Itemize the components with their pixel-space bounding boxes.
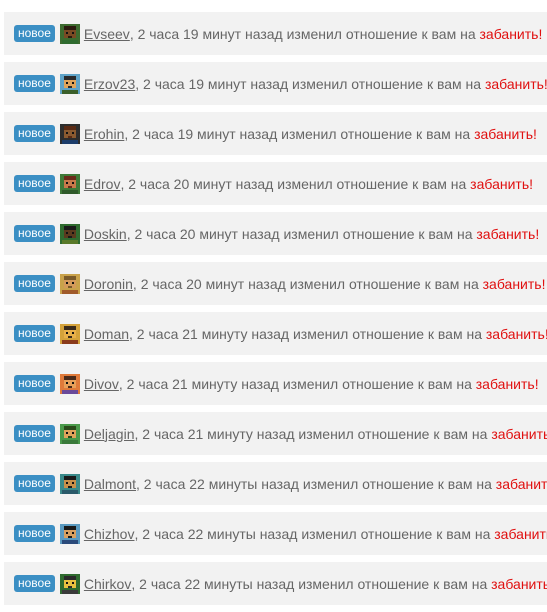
notification-message: , 2 часа 22 минуты назад изменил отношен…: [134, 525, 495, 542]
username-link[interactable]: Chizhov: [84, 526, 135, 542]
new-badge: новое: [14, 425, 55, 442]
notification-message: , 2 часа 19 минут назад изменил отношени…: [135, 75, 485, 92]
username-link[interactable]: Doronin: [84, 276, 133, 292]
username-link[interactable]: Dalmont: [84, 476, 136, 492]
ban-status: забанить!: [482, 275, 546, 292]
new-badge: новое: [14, 375, 55, 392]
pixel-avatar-icon[interactable]: [59, 323, 80, 344]
ban-status: забанить!: [484, 75, 547, 92]
list-item: новое Erohin, 2 часа 19 минут назад измен…: [4, 112, 547, 155]
ban-status: забанить!: [495, 475, 547, 492]
username-link[interactable]: Divov: [84, 376, 119, 392]
list-item: новое Evseev, 2 часа 19 минут назад измен…: [4, 12, 547, 55]
new-badge: новое: [14, 325, 55, 342]
list-item: новое Erzov23, 2 часа 19 минут назад изме…: [4, 62, 547, 105]
ban-status: забанить!: [474, 125, 537, 142]
pixel-avatar-icon[interactable]: [59, 523, 80, 544]
username-link[interactable]: Erohin: [84, 126, 124, 142]
pixel-avatar-icon[interactable]: [59, 173, 80, 194]
ban-status: забанить!: [475, 375, 539, 392]
ban-status: забанить!: [494, 525, 547, 542]
username-link[interactable]: Erzov23: [84, 76, 135, 92]
new-badge: новое: [14, 125, 55, 142]
new-badge: новое: [14, 575, 55, 592]
username-link[interactable]: Chirkov: [84, 576, 131, 592]
username-link[interactable]: Deljagin: [84, 426, 135, 442]
notification-message: , 2 часа 20 минут назад изменил отношени…: [132, 275, 483, 292]
pixel-avatar-icon[interactable]: [59, 223, 80, 244]
new-badge: новое: [14, 25, 55, 42]
notification-feed: новое Evseev, 2 часа 19 минут назад измен…: [0, 0, 547, 612]
pixel-avatar-icon[interactable]: [59, 73, 80, 94]
notification-message: , 2 часа 19 минут назад изменил отношени…: [124, 125, 475, 142]
pixel-avatar-icon[interactable]: [59, 423, 80, 444]
pixel-avatar-icon[interactable]: [59, 273, 80, 294]
list-item: новое Deljagin, 2 часа 21 минуту назад из…: [4, 412, 547, 455]
list-item: новое Doman, 2 часа 21 минуту назад измен…: [4, 312, 547, 355]
pixel-avatar-icon[interactable]: [59, 473, 80, 494]
notification-message: , 2 часа 22 минуты назад изменил отношен…: [131, 575, 492, 592]
pixel-avatar-icon[interactable]: [59, 23, 80, 44]
notification-message: , 2 часа 19 минут назад изменил отношени…: [129, 25, 480, 42]
new-badge: новое: [14, 175, 55, 192]
notification-message: , 2 часа 20 минут назад изменил отношени…: [120, 175, 471, 192]
pixel-avatar-icon[interactable]: [59, 373, 80, 394]
list-item: новое Doskin, 2 часа 20 минут назад измен…: [4, 212, 547, 255]
notification-message: , 2 часа 21 минуту назад изменил отношен…: [134, 425, 492, 442]
list-item: новое Dalmont, 2 часа 22 минуты назад изм…: [4, 462, 547, 505]
username-link[interactable]: Evseev: [84, 26, 130, 42]
notification-message: , 2 часа 21 минуту назад изменил отношен…: [129, 325, 486, 342]
notification-message: , 2 часа 22 минуты назад изменил отношен…: [136, 475, 496, 492]
list-item: новое Edrov, 2 часа 20 минут назад измени…: [4, 162, 547, 205]
new-badge: новое: [14, 525, 55, 542]
username-link[interactable]: Doman: [84, 326, 129, 342]
notification-message: , 2 часа 21 минуту назад изменил отношен…: [118, 375, 476, 392]
list-item: новое Chirkov, 2 часа 22 минуты назад изм…: [4, 562, 547, 605]
ban-status: забанить!: [485, 325, 547, 342]
username-link[interactable]: Doskin: [84, 226, 127, 242]
new-badge: новое: [14, 75, 55, 92]
pixel-avatar-icon[interactable]: [59, 573, 80, 594]
list-item: новое Divov, 2 часа 21 минуту назад измен…: [4, 362, 547, 405]
list-item: новое Doronin, 2 часа 20 минут назад изме…: [4, 262, 547, 305]
list-item: новое Chizhov, 2 часа 22 минуты назад изм…: [4, 512, 547, 555]
ban-status: забанить!: [470, 175, 534, 192]
new-badge: новое: [14, 275, 55, 292]
new-badge: новое: [14, 225, 55, 242]
ban-status: забанить!: [491, 575, 547, 592]
ban-status: забанить!: [476, 225, 540, 242]
pixel-avatar-icon[interactable]: [59, 123, 80, 144]
notification-message: , 2 часа 20 минут назад изменил отношени…: [126, 225, 477, 242]
ban-status: забанить!: [491, 425, 547, 442]
username-link[interactable]: Edrov: [84, 176, 121, 192]
ban-status: забанить!: [479, 25, 543, 42]
new-badge: новое: [14, 475, 55, 492]
